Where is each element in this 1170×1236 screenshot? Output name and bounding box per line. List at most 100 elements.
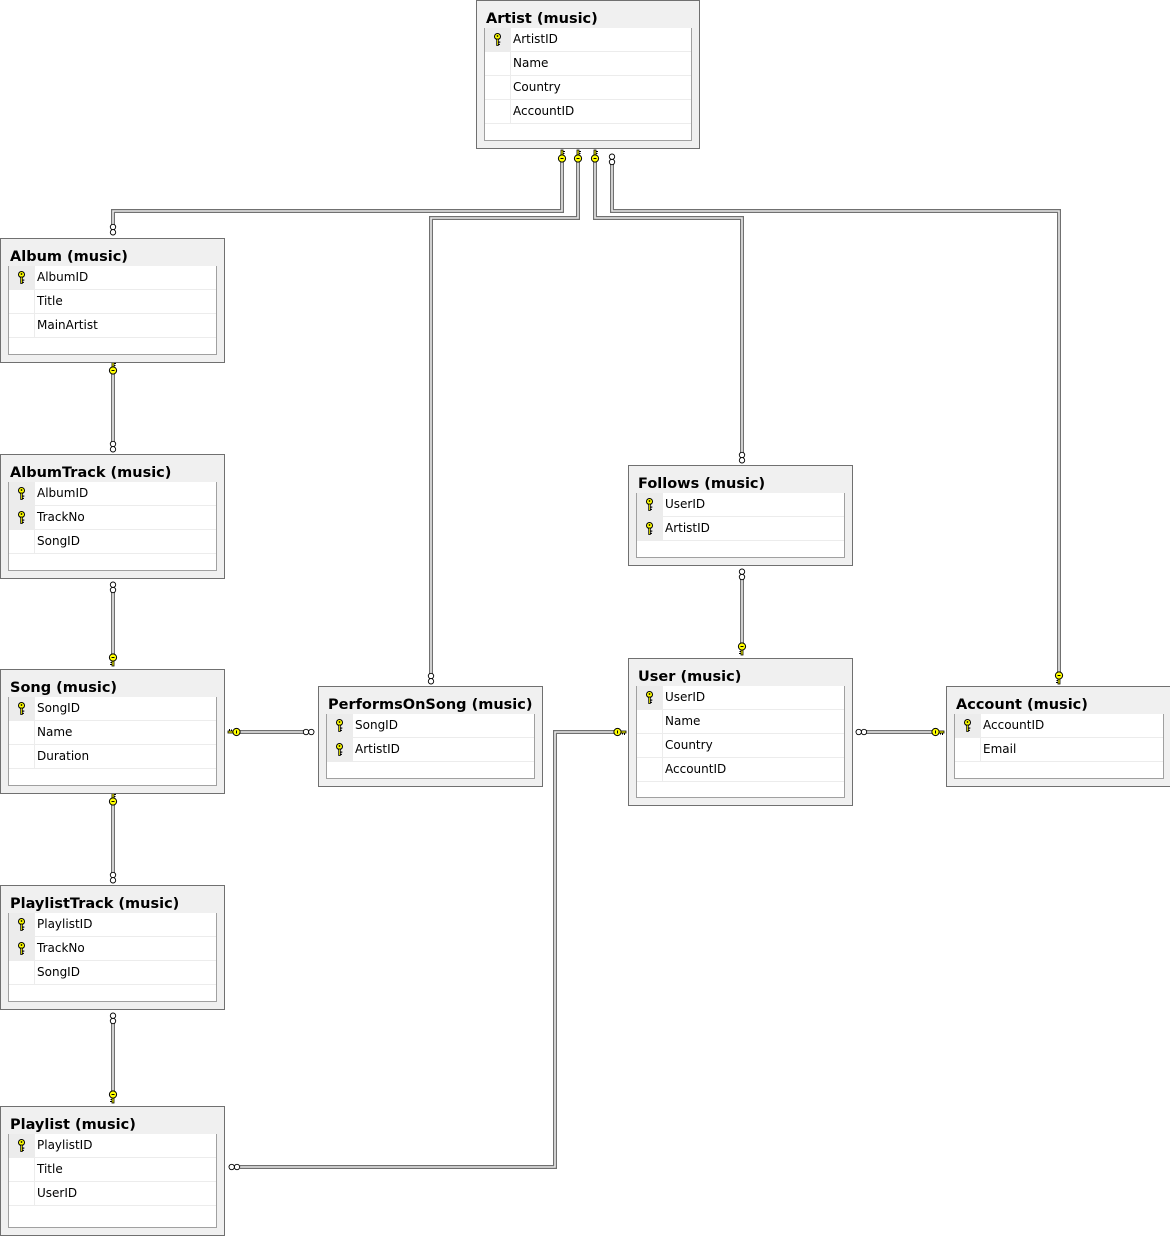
column-row[interactable]: AccountID <box>637 758 844 782</box>
column-row[interactable]: Name <box>9 721 216 745</box>
table-playlisttrack[interactable]: PlaylistTrack (music) PlaylistID TrackNo… <box>0 885 225 1010</box>
one-end-key-icon <box>613 727 627 737</box>
new-column-row[interactable] <box>9 1206 216 1222</box>
new-column-row[interactable] <box>9 338 216 354</box>
column-row[interactable]: AlbumID <box>9 482 216 506</box>
table-artist[interactable]: Artist (music) ArtistID Name Country Accoun… <box>476 0 700 149</box>
column-row[interactable]: Title <box>9 1158 216 1182</box>
new-column-row[interactable] <box>9 554 216 570</box>
many-end-infinity-icon <box>228 1163 241 1171</box>
relationship-artist-performsonsong[interactable] <box>429 162 580 679</box>
row-selector[interactable] <box>9 721 35 744</box>
column-grid: SongID ArtistID <box>326 714 535 779</box>
column-row[interactable]: Name <box>637 710 844 734</box>
column-row[interactable]: MainArtist <box>9 314 216 338</box>
column-name: UserID <box>37 1186 78 1200</box>
table-user[interactable]: User (music) UserID Name Country AccountID <box>628 658 853 806</box>
row-selector[interactable] <box>955 714 981 737</box>
row-selector[interactable] <box>637 686 663 709</box>
table-account[interactable]: Account (music) AccountID Email <box>946 686 1170 787</box>
new-column-row[interactable] <box>9 985 216 1001</box>
new-column-row[interactable] <box>637 541 844 557</box>
column-grid: SongID Name Duration <box>8 697 217 786</box>
column-row[interactable]: ArtistID <box>485 28 691 52</box>
column-row[interactable]: TrackNo <box>9 506 216 530</box>
row-selector[interactable] <box>637 710 663 733</box>
column-row[interactable]: AccountID <box>485 100 691 124</box>
relationship-artist-album[interactable] <box>111 162 564 231</box>
row-selector[interactable] <box>955 738 981 761</box>
column-row[interactable]: Title <box>9 290 216 314</box>
one-end-key-icon <box>931 727 945 737</box>
row-selector[interactable] <box>485 100 511 123</box>
column-name: AccountID <box>513 104 575 118</box>
table-album[interactable]: Album (music) AlbumID Title MainArtist <box>0 238 225 363</box>
row-selector[interactable] <box>9 266 35 289</box>
column-name: TrackNo <box>37 510 85 524</box>
column-row[interactable]: Name <box>485 52 691 76</box>
column-row[interactable]: SongID <box>9 961 216 985</box>
row-selector[interactable] <box>637 734 663 757</box>
new-column-row[interactable] <box>637 782 844 798</box>
table-follows[interactable]: Follows (music) UserID ArtistID <box>628 465 853 566</box>
column-row[interactable]: Country <box>485 76 691 100</box>
column-name: Name <box>513 56 549 70</box>
row-selector[interactable] <box>9 1158 35 1181</box>
primary-key-icon <box>18 271 25 284</box>
row-selector[interactable] <box>485 52 511 75</box>
row-selector[interactable] <box>9 530 35 553</box>
relationship-artist-follows[interactable] <box>593 162 744 458</box>
column-grid: UserID Name Country AccountID <box>636 686 845 798</box>
column-row[interactable]: UserID <box>637 686 844 710</box>
relationship-lines <box>108 149 1064 1171</box>
column-row[interactable]: PlaylistID <box>9 1134 216 1158</box>
row-selector[interactable] <box>9 506 35 529</box>
relationship-artist-account[interactable] <box>610 162 1061 672</box>
column-row[interactable]: TrackNo <box>9 937 216 961</box>
row-selector[interactable] <box>9 1134 35 1157</box>
row-selector[interactable] <box>9 697 35 720</box>
row-selector[interactable] <box>9 937 35 960</box>
table-song[interactable]: Song (music) SongID Name Duration <box>0 669 225 794</box>
table-performsonsong[interactable]: PerformsOnSong (music) SongID ArtistID <box>318 686 543 787</box>
row-selector[interactable] <box>9 482 35 505</box>
column-row[interactable]: UserID <box>9 1182 216 1206</box>
new-column-row[interactable] <box>9 769 216 785</box>
row-selector[interactable] <box>9 961 35 984</box>
table-playlist[interactable]: Playlist (music) PlaylistID Title UserID <box>0 1106 225 1236</box>
column-row[interactable]: Country <box>637 734 844 758</box>
column-row[interactable]: AccountID <box>955 714 1163 738</box>
column-row[interactable]: Duration <box>9 745 216 769</box>
column-row[interactable]: Email <box>955 738 1163 762</box>
row-selector[interactable] <box>9 290 35 313</box>
column-name: Country <box>513 80 561 94</box>
column-row[interactable]: ArtistID <box>327 738 534 762</box>
row-selector[interactable] <box>9 745 35 768</box>
new-column-row[interactable] <box>955 762 1163 778</box>
table-albumtrack[interactable]: AlbumTrack (music) AlbumID TrackNo SongID <box>0 454 225 579</box>
row-selector[interactable] <box>9 913 35 936</box>
column-row[interactable]: PlaylistID <box>9 913 216 937</box>
row-selector[interactable] <box>327 738 353 761</box>
column-row[interactable]: AlbumID <box>9 266 216 290</box>
relationship-user-playlist[interactable] <box>240 730 614 1169</box>
new-column-row[interactable] <box>327 762 534 778</box>
row-selector[interactable] <box>637 758 663 781</box>
row-selector[interactable] <box>637 493 663 516</box>
row-selector[interactable] <box>485 76 511 99</box>
column-row[interactable]: ArtistID <box>637 517 844 541</box>
table-title: Artist (music) <box>486 11 598 27</box>
many-end-infinity-icon <box>109 1012 117 1025</box>
primary-key-icon <box>494 33 501 46</box>
row-selector[interactable] <box>327 714 353 737</box>
row-selector[interactable] <box>485 28 511 51</box>
column-name: SongID <box>37 701 80 715</box>
row-selector[interactable] <box>9 314 35 337</box>
row-selector[interactable] <box>9 1182 35 1205</box>
row-selector[interactable] <box>637 517 663 540</box>
column-row[interactable]: SongID <box>9 697 216 721</box>
column-row[interactable]: SongID <box>327 714 534 738</box>
new-column-row[interactable] <box>485 124 691 140</box>
column-row[interactable]: UserID <box>637 493 844 517</box>
column-row[interactable]: SongID <box>9 530 216 554</box>
